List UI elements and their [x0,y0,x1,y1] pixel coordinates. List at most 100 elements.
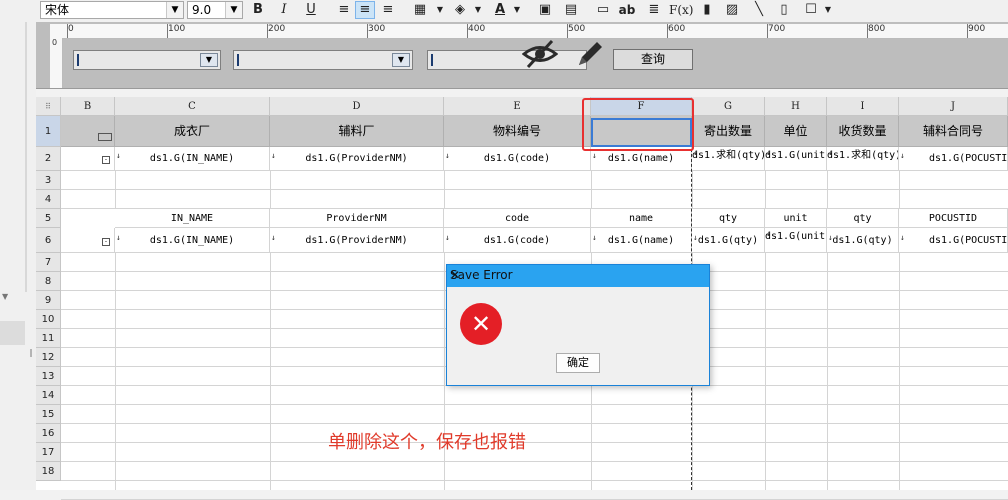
chevron-down-icon[interactable]: ▼ [818,1,838,19]
grid-cell-i5[interactable]: qty [827,209,899,228]
hidden-eye-icon[interactable] [522,39,558,69]
grid-cell-d5[interactable]: ProviderNM [270,209,444,228]
chevron-down-icon[interactable]: ▼ [507,1,527,19]
grid-cell-i1[interactable]: 收货数量 [827,116,899,147]
grid-cell-i6[interactable]: ↓ ds1.G(qty) [827,228,899,253]
grid-cell-c6[interactable]: ↓ ds1.G(IN_NAME) [115,228,270,253]
formula-button[interactable]: F(x) [669,1,693,19]
font-name-select[interactable]: 宋体 ▼ [40,1,184,19]
grid-cell-g2[interactable]: ↓ ds1.求和(qty) [692,147,765,171]
insert-text-icon[interactable]: ▭ [593,1,613,19]
grid-cell-j6[interactable]: ↓ ds1.G(POCUSTID) [899,228,1008,253]
grid-cell-h2[interactable]: ↓ ds1.G(unit) [765,147,827,171]
grid-cell-d6[interactable]: ↓ ds1.G(ProviderNM) [270,228,444,253]
row-header[interactable]: 15 [36,405,61,424]
image-icon[interactable]: ▨ [722,1,742,19]
column-header[interactable]: J [899,97,1008,116]
param-combo-2[interactable]: ▼ [233,50,413,70]
bold-button[interactable]: B [248,1,268,19]
chevron-down-icon[interactable]: ▼ [225,2,242,18]
grid-cell-j1[interactable]: 辅料合同号 [899,116,1008,147]
chevron-down-icon[interactable]: ▼ [2,292,8,301]
grid-cell-j2[interactable]: ↓ ds1.G(POCUSTID) [899,147,1008,171]
grid-cell-h5[interactable]: unit [765,209,827,228]
grid-cell-e6[interactable]: ↓ ds1.G(code) [444,228,591,253]
row-header[interactable]: 8 [36,272,61,291]
merge-cells-icon[interactable]: ▣ [535,1,555,19]
row-header[interactable]: 10 [36,310,61,329]
border-icon[interactable]: ▦ [410,1,430,19]
align-center-icon[interactable]: ≡ [355,1,375,19]
column-header[interactable]: D [270,97,444,116]
row-header[interactable]: 2 [36,147,61,171]
row-header[interactable]: 5 [36,209,61,228]
grid-cell-g6[interactable]: ↓ ds1.G(qty) [692,228,765,253]
grid-cell-g5[interactable]: qty [692,209,765,228]
paragraph-icon[interactable]: ≣ [644,1,664,19]
dropdown-icon[interactable]: ▼ [200,53,218,67]
grid-cell-d1[interactable]: 辅料厂 [270,116,444,147]
column-header[interactable]: C [115,97,270,116]
grid-cell-j5[interactable]: POCUSTID [899,209,1008,228]
select-all-corner[interactable]: ⠿ [36,97,61,116]
param-combo-1[interactable]: ▼ [73,50,221,70]
row-header[interactable]: 17 [36,443,61,462]
grid-cell-h6[interactable]: ↓ ds1.G(unit) [765,228,827,253]
row-header[interactable]: 13 [36,367,61,386]
grid-cell-d2[interactable]: ↓ ds1.G(ProviderNM) [270,147,444,171]
underline-button[interactable]: U [301,1,321,19]
grid-cell-h1[interactable]: 单位 [765,116,827,147]
scrollbar-track[interactable] [25,22,27,292]
grid-cell-f5[interactable]: name [591,209,692,228]
param-text-input[interactable] [427,50,587,70]
column-header[interactable]: I [827,97,899,116]
grid-cell-e1[interactable]: 物料编号 [444,116,591,147]
grid-cell-b2[interactable]: - [61,147,115,171]
text-ab-button[interactable]: ab [617,1,637,19]
chevron-down-icon[interactable]: ▼ [166,2,183,18]
grid-cell-f6[interactable]: ↓ ds1.G(name) [591,228,692,253]
chevron-down-icon[interactable]: ▼ [430,1,450,19]
grid-cell-b1[interactable] [61,116,115,147]
chart-icon[interactable]: ▮ [697,1,717,19]
fill-color-icon[interactable]: ◈ [450,1,470,19]
dropdown-icon[interactable]: ▼ [392,53,410,67]
slash-icon[interactable]: ╲ [749,1,769,19]
grid-cell-c1[interactable]: 成衣厂 [115,116,270,147]
grid-cell-b6[interactable]: - [61,228,115,253]
edit-pencil-icon[interactable] [574,38,606,70]
grid-cell-c2[interactable]: ↓ ds1.G(IN_NAME) [115,147,270,171]
sub-report-icon[interactable]: ▯ [774,1,794,19]
align-right-icon[interactable]: ≡ [378,1,398,19]
ok-button[interactable]: 确定 [556,353,600,373]
grid-cell-e5[interactable]: code [444,209,591,228]
row-header[interactable]: 7 [36,253,61,272]
dialog-title-bar[interactable]: Save Error ✕ [447,265,709,287]
font-size-select[interactable]: 9.0 ▼ [187,1,243,19]
row-header[interactable]: 12 [36,348,61,367]
align-left-icon[interactable]: ≡ [334,1,354,19]
query-button[interactable]: 查询 [613,49,693,70]
row-header[interactable]: 14 [36,386,61,405]
row-header[interactable]: 11 [36,329,61,348]
chevron-down-icon[interactable]: ▼ [468,1,488,19]
splitter-handle-icon[interactable]: ‖ [29,348,33,357]
column-header[interactable]: G [692,97,765,116]
italic-button[interactable]: I [274,1,294,19]
panel-tab[interactable] [0,321,25,345]
column-header[interactable]: H [765,97,827,116]
row-header[interactable]: 9 [36,291,61,310]
row-header[interactable]: 3 [36,171,61,190]
grid-cell-e2[interactable]: ↓ ds1.G(code) [444,147,591,171]
close-icon[interactable]: ✕ [450,268,703,282]
column-header[interactable]: B [61,97,115,116]
grid-cell-g1[interactable]: 寄出数量 [692,116,765,147]
grid-cell-c5[interactable]: IN_NAME [115,209,270,228]
grid-cell-i2[interactable]: ↓ ds1.求和(qty) [827,147,899,171]
row-header[interactable]: 18 [36,462,61,481]
row-header[interactable]: 4 [36,190,61,209]
row-header[interactable]: 1 [36,116,61,147]
split-cells-icon[interactable]: ▤ [561,1,581,19]
column-header[interactable]: E [444,97,591,116]
row-header[interactable]: 16 [36,424,61,443]
